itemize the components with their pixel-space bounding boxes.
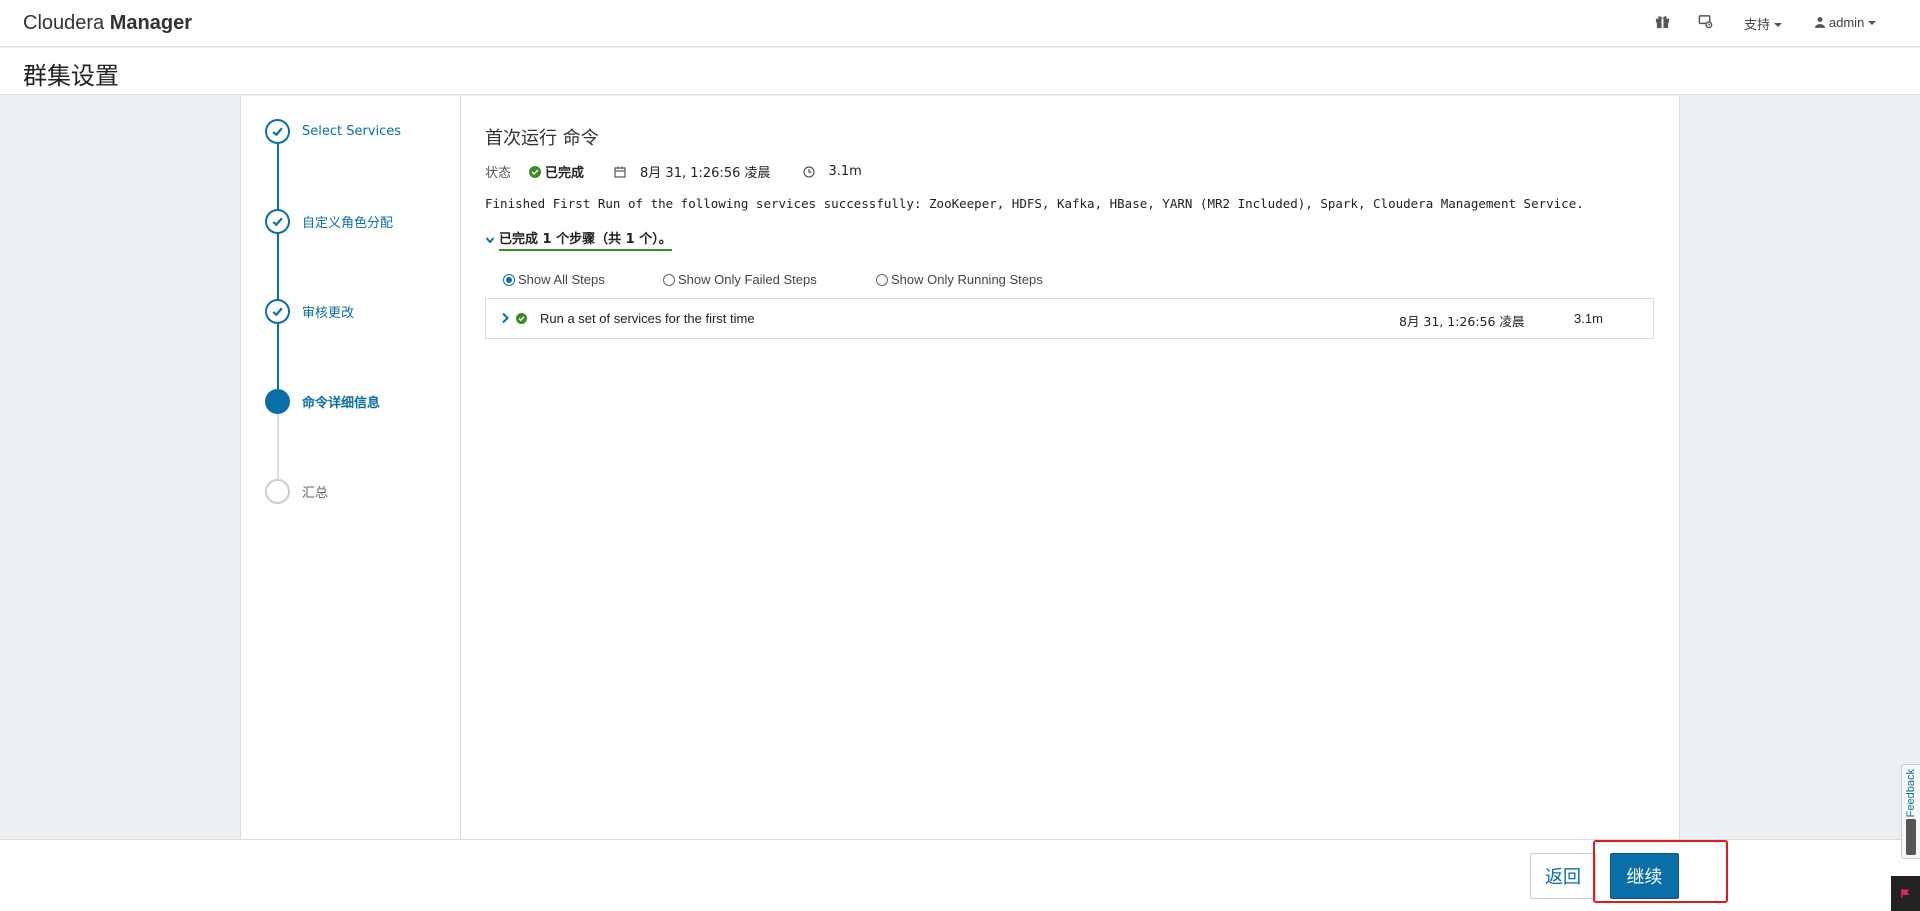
support-label: 支持 (1744, 18, 1771, 33)
command-date: 8月 31, 1:26:56 凌晨 (640, 166, 771, 181)
status-value: 已完成 (545, 166, 585, 181)
calendar-icon (614, 166, 626, 178)
wizard-container: Select Services 自定义角色分配 审核更改 命令详细信息 汇总 首… (240, 96, 1680, 840)
step-name: Run a set of services for the first time (540, 311, 755, 326)
user-label: admin (1828, 15, 1865, 30)
wizard-step-role-assignment[interactable]: 自定义角色分配 (265, 208, 393, 234)
filter-show-failed-steps[interactable]: Show Only Failed Steps (663, 272, 817, 287)
commands-icon[interactable] (1698, 14, 1716, 32)
step-label: Select Services (302, 123, 402, 139)
flag-icon[interactable] (1891, 876, 1920, 911)
command-steps-table: Run a set of services for the first time… (485, 298, 1654, 339)
feedback-handle (1906, 819, 1916, 855)
command-duration: 3.1m (828, 164, 862, 179)
status-label: 状态 (485, 166, 512, 181)
command-title: 首次运行 命令 (485, 128, 599, 149)
filter-show-running-steps[interactable]: Show Only Running Steps (876, 272, 1043, 287)
radio-button[interactable] (876, 273, 888, 286)
top-navbar: Cloudera Manager 支持 admin (0, 0, 1920, 47)
step-label: 审核更改 (302, 305, 355, 321)
wizard-step-review-changes[interactable]: 审核更改 (265, 298, 354, 324)
highlight-annotation (1593, 840, 1728, 903)
page-title: 群集设置 (23, 62, 119, 90)
command-details-panel: 首次运行 命令 状态 已完成 8月 31, 1:26:56 凌晨 3.1m Fi… (485, 96, 1681, 840)
step-label: 自定义角色分配 (302, 215, 394, 231)
filter-label: Show Only Failed Steps (678, 272, 817, 287)
back-button[interactable]: 返回 (1530, 853, 1596, 899)
wizard-step-command-details: 命令详细信息 (265, 388, 380, 414)
step-label: 汇总 (302, 485, 329, 501)
current-step-icon (265, 388, 290, 414)
table-row[interactable]: Run a set of services for the first time… (486, 299, 1653, 338)
brand-logo[interactable]: Cloudera Manager (23, 12, 192, 35)
user-icon (1815, 17, 1825, 28)
radio-button[interactable] (503, 273, 515, 286)
step-time: 8月 31, 1:26:56 凌晨 (1399, 314, 1525, 329)
step-duration: 3.1m (1574, 311, 1603, 326)
filter-label: Show All Steps (518, 272, 605, 287)
support-menu[interactable]: 支持 (1744, 14, 1783, 33)
chevron-down-icon (1868, 21, 1877, 26)
chevron-down-icon (1774, 23, 1783, 28)
step-connector (277, 130, 279, 400)
success-icon (529, 165, 542, 178)
wizard-step-select-services[interactable]: Select Services (265, 118, 401, 144)
brand-bold-text: Manager (109, 12, 192, 34)
success-icon (516, 313, 527, 324)
filter-label: Show Only Running Steps (891, 272, 1043, 287)
clock-icon (802, 165, 815, 178)
feedback-tab[interactable]: Feedback (1901, 764, 1920, 859)
wizard-step-summary: 汇总 (265, 478, 328, 504)
check-icon (265, 208, 290, 234)
brand-light-text: Cloudera (23, 12, 105, 34)
chevron-down-icon (485, 236, 495, 244)
user-menu[interactable]: admin (1815, 14, 1877, 30)
pending-step-icon (265, 478, 290, 504)
steps-summary: 已完成 1 个步骤（共 1 个）。 (499, 228, 672, 251)
check-icon (265, 118, 290, 144)
feedback-label: Feedback (1905, 769, 1917, 818)
gift-icon[interactable] (1655, 14, 1673, 32)
command-result-message: Finished First Run of the following serv… (485, 196, 1584, 211)
radio-button[interactable] (663, 273, 675, 286)
filter-show-all-steps[interactable]: Show All Steps (503, 272, 605, 287)
command-status-row: 状态 已完成 8月 31, 1:26:56 凌晨 3.1m (485, 162, 862, 181)
step-label: 命令详细信息 (302, 395, 381, 411)
wizard-steps-panel: Select Services 自定义角色分配 审核更改 命令详细信息 汇总 (241, 96, 461, 840)
page-header: 群集设置 (0, 48, 1920, 95)
check-icon (265, 298, 290, 324)
chevron-right-icon[interactable] (500, 312, 510, 324)
steps-summary-toggle[interactable]: 已完成 1 个步骤（共 1 个）。 (485, 228, 672, 251)
